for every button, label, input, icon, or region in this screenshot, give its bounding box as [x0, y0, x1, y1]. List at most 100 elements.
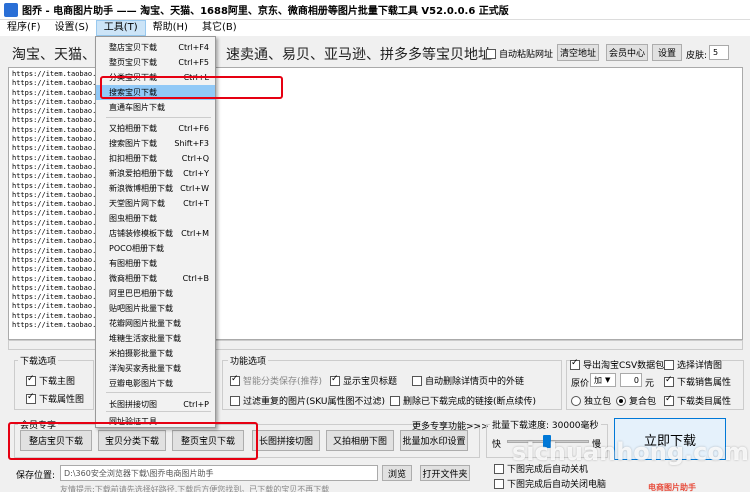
menu-item-label: 洋淘买家秀批量下载: [109, 364, 181, 373]
tools-menu-item[interactable]: 图虫相册下载: [96, 211, 215, 226]
menu-item-label: POCO相册下载: [109, 244, 165, 253]
tools-menu-item[interactable]: 又拍相册下载 Ctrl+F6: [96, 121, 215, 136]
tools-menu-item[interactable]: 米拍摄影批量下载: [96, 346, 215, 361]
show-title-checkbox[interactable]: 显示宝贝标题: [330, 374, 397, 387]
checkbox-box[interactable]: [412, 375, 422, 386]
checkbox-box[interactable]: [390, 395, 400, 406]
auto-paste-label: 自动粘贴网址: [499, 50, 554, 60]
menu-help[interactable]: 帮助(H): [146, 20, 195, 36]
tip-text: 友情提示:下载前请先选择好路径,下载后方便您找到。已下载的宝贝不再下载: [60, 485, 330, 492]
tools-menu-item[interactable]: 长图拼接切图 Ctrl+P: [96, 397, 215, 412]
download-attr-image-checkbox[interactable]: 下载属性图: [26, 392, 84, 405]
skin-selector[interactable]: 5: [709, 45, 729, 60]
menu-program[interactable]: 程序(F): [0, 20, 48, 36]
speed-fast-label: 快: [492, 440, 502, 450]
combined-package-radio[interactable]: 复合包: [616, 394, 656, 407]
checkbox-box[interactable]: [26, 392, 36, 404]
tools-menu-item[interactable]: 有图相册下载: [96, 256, 215, 271]
checkbox-box[interactable]: [330, 374, 340, 386]
filter-duplicate-label: 过滤重复的图片(SKU属性图不过滤): [243, 397, 385, 407]
tools-menu-item[interactable]: 整店宝贝下载 Ctrl+F4: [96, 40, 215, 55]
checkbox-box[interactable]: [486, 48, 496, 59]
delete-completed-checkbox[interactable]: 删除已下载完成的链接(断点续传): [390, 394, 536, 407]
checkbox-box[interactable]: [664, 394, 674, 406]
tools-menu-item[interactable]: 天堂图片网下载 Ctrl+T: [96, 196, 215, 211]
tools-menu-item[interactable]: 店铺装修模板下载 Ctrl+M: [96, 226, 215, 241]
tools-menu-item[interactable]: 扣扣相册下载 Ctrl+Q: [96, 151, 215, 166]
menu-bar: 程序(F) 设置(S) 工具(T) 帮助(H) 其它(B): [0, 20, 750, 36]
combined-package-label: 复合包: [629, 397, 657, 407]
checkbox-box[interactable]: [494, 478, 504, 489]
filter-duplicate-checkbox[interactable]: 过滤重复的图片(SKU属性图不过滤): [230, 394, 385, 407]
checkbox-box[interactable]: [230, 395, 240, 406]
export-csv-checkbox[interactable]: 导出淘宝CSV数据包: [570, 358, 665, 371]
menu-item-shortcut: Shift+F3: [174, 139, 209, 148]
menu-item-label: 堆糖生活家批量下载: [109, 334, 181, 343]
tools-menu-item[interactable]: 豆瓣电影图片下载: [96, 376, 215, 391]
save-path-input[interactable]: D:\360安全浏览器下载\图乔电商图片助手: [60, 465, 378, 481]
checkbox-box[interactable]: [664, 359, 674, 370]
tools-menu-item[interactable]: 阿里巴巴相册下载: [96, 286, 215, 301]
clear-address-button[interactable]: 清空地址: [557, 44, 599, 61]
settings-button[interactable]: 设置: [652, 44, 682, 61]
watermark-subtext: 电商图片助手: [648, 483, 696, 492]
auto-delete-outlink-checkbox[interactable]: 自动删除详情页中的外链: [412, 374, 524, 387]
batch-watermark-button[interactable]: 批量加水印设置: [400, 430, 468, 451]
menu-item-shortcut: Ctrl+F6: [178, 124, 209, 133]
menu-item-shortcut: Ctrl+B: [182, 274, 209, 283]
tools-menu-item[interactable]: 花瓣网图片批量下载: [96, 316, 215, 331]
select-detail-label: 选择详情图: [677, 361, 723, 371]
tools-menu-item[interactable]: 贴吧图片批量下载: [96, 301, 215, 316]
menu-item-shortcut: Ctrl+T: [183, 199, 209, 208]
tools-menu-item[interactable]: 搜索图片下载 Shift+F3: [96, 136, 215, 151]
download-main-image-checkbox[interactable]: 下载主图: [26, 374, 75, 387]
menu-separator: [106, 392, 211, 393]
price-unit-label: 元: [645, 379, 655, 389]
tools-menu-item[interactable]: POCO相册下载: [96, 241, 215, 256]
tools-menu-item[interactable]: 新浪微博相册下载 Ctrl+W: [96, 181, 215, 196]
auto-delete-outlink-label: 自动删除详情页中的外链: [425, 377, 525, 387]
smart-category-checkbox[interactable]: 智能分类保存(推荐): [230, 374, 322, 387]
menu-item-shortcut: Ctrl+F5: [178, 58, 209, 67]
menu-item-label: 搜索图片下载: [109, 139, 157, 148]
tools-menu-item[interactable]: 新浪爱拍相册下载 Ctrl+Y: [96, 166, 215, 181]
open-folder-button[interactable]: 打开文件夹: [420, 465, 470, 481]
member-center-button[interactable]: 会员中心: [606, 44, 648, 61]
menu-separator: [106, 117, 211, 118]
price-value-input[interactable]: 0: [620, 373, 642, 387]
single-package-radio[interactable]: 独立包: [571, 394, 611, 407]
checkbox-box[interactable]: [230, 374, 240, 386]
price-operator-select[interactable]: 加 ▼: [590, 373, 616, 387]
checkbox-box[interactable]: [570, 358, 580, 370]
menu-item-label: 微商相册下载: [109, 274, 157, 283]
download-category-checkbox[interactable]: 下载类目属性: [664, 394, 731, 407]
menu-item-label: 阿里巴巴相册下载: [109, 289, 173, 298]
download-sales-checkbox[interactable]: 下载销售属性: [664, 375, 731, 388]
tools-menu-item[interactable]: 微商相册下载 Ctrl+B: [96, 271, 215, 286]
radio-circle[interactable]: [616, 395, 626, 406]
address-label-right: 速卖通、易贝、亚马逊、拼多多等宝贝地址:: [226, 47, 497, 63]
menu-other[interactable]: 其它(B): [195, 20, 244, 36]
tools-menu-item[interactable]: 整页宝贝下载 Ctrl+F5: [96, 55, 215, 70]
checkbox-box[interactable]: [664, 375, 674, 387]
menu-item-label: 图虫相册下载: [109, 214, 157, 223]
menu-item-shortcut: Ctrl+Y: [183, 169, 209, 178]
menu-settings[interactable]: 设置(S): [48, 20, 96, 36]
auto-paste-checkbox[interactable]: 自动粘贴网址: [486, 47, 553, 60]
close-after-checkbox[interactable]: 下图完成后自动关闭电脑: [494, 477, 606, 490]
select-detail-checkbox[interactable]: 选择详情图: [664, 358, 723, 371]
tools-menu-item[interactable]: 堆糖生活家批量下载: [96, 331, 215, 346]
menu-item-shortcut: Ctrl+P: [183, 400, 209, 409]
browse-button[interactable]: 浏览: [382, 465, 412, 481]
tools-menu-item[interactable]: 洋淘买家秀批量下载: [96, 361, 215, 376]
close-after-label: 下图完成后自动关闭电脑: [507, 480, 607, 490]
youpai-album-download-button[interactable]: 又拍相册下图: [326, 430, 394, 451]
menu-tools[interactable]: 工具(T): [95, 20, 146, 36]
long-image-stitch-button[interactable]: 长图拼接切图: [252, 430, 320, 451]
menu-item-label: 豆瓣电影图片下载: [109, 379, 173, 388]
show-title-label: 显示宝贝标题: [343, 377, 398, 387]
tools-menu-item[interactable]: 直通车图片下载: [96, 100, 215, 115]
checkbox-box[interactable]: [494, 463, 504, 474]
checkbox-box[interactable]: [26, 374, 36, 386]
radio-circle[interactable]: [571, 395, 581, 406]
